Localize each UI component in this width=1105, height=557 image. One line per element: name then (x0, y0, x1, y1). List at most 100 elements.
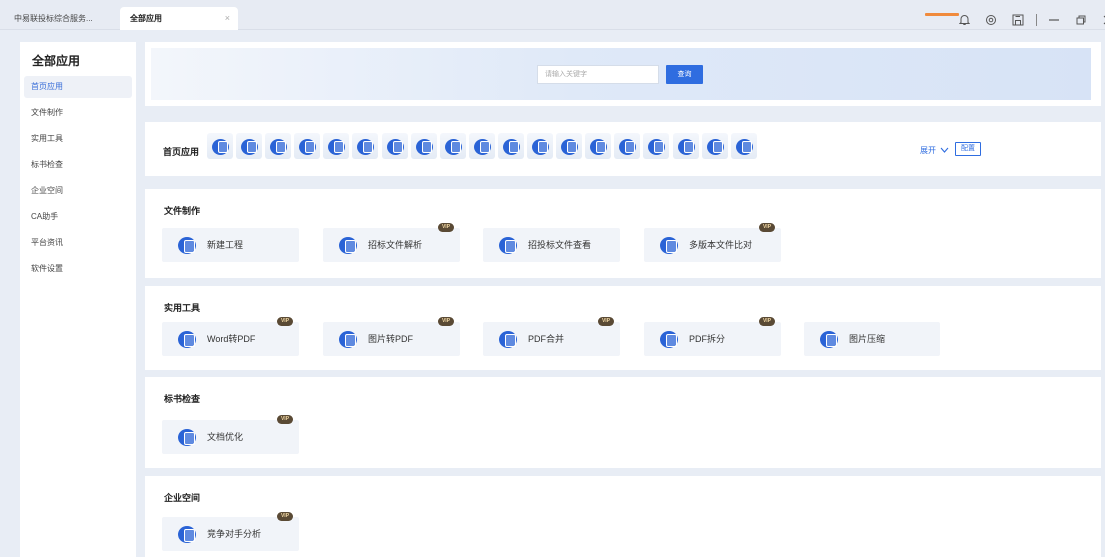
home-apps-bar: 首页应用 展开 配置 (145, 122, 1101, 176)
vip-badge: VIP (277, 317, 293, 326)
window-controls (955, 10, 1105, 30)
app-tile-pdf-split[interactable]: PDF拆分 VIP (644, 317, 781, 356)
close-icon[interactable] (1099, 11, 1105, 29)
sidebar-item-tools[interactable]: 实用工具 (24, 128, 132, 150)
home-app-icon[interactable] (672, 133, 699, 159)
home-app-icon[interactable] (236, 133, 263, 159)
settings-icon[interactable] (982, 11, 1000, 29)
sidebar-item-enterprise[interactable]: 企业空间 (24, 180, 132, 202)
bell-icon[interactable] (955, 11, 973, 29)
app-tile-new-project[interactable]: 新建工程 (162, 228, 299, 262)
home-app-icon[interactable] (527, 133, 554, 159)
sidebar-item-settings[interactable]: 软件设置 (24, 258, 132, 280)
sidebar-item-bid-check[interactable]: 标书检查 (24, 154, 132, 176)
section-title: 企业空间 (164, 493, 201, 503)
expand-button[interactable]: 展开 (920, 145, 949, 156)
document-icon (505, 240, 516, 253)
document-icon (450, 141, 461, 153)
document-icon (363, 141, 374, 153)
app-tile-competitor-analysis[interactable]: 竞争对手分析 VIP (162, 512, 299, 551)
expand-label: 展开 (920, 146, 936, 155)
sidebar-item-home-apps[interactable]: 首页应用 (24, 76, 132, 98)
sidebar-title: 全部应用 (32, 54, 81, 68)
document-icon (345, 240, 356, 253)
config-button[interactable]: 配置 (955, 142, 981, 156)
document-icon (654, 141, 665, 153)
search-button[interactable]: 查询 (666, 65, 703, 84)
app-tile-image-to-pdf[interactable]: 图片转PDF VIP (323, 317, 460, 356)
home-app-icon[interactable] (265, 133, 292, 159)
document-icon (567, 141, 578, 153)
app-label: 图片转PDF (368, 334, 414, 344)
app-tile-bid-parse[interactable]: 招标文件解析 VIP (323, 223, 460, 262)
tab-app-home[interactable]: 中易联投标综合服务... (4, 7, 118, 30)
chevron-down-icon (940, 148, 949, 154)
title-bar: 中易联投标综合服务... 全部应用 × (0, 0, 1105, 30)
home-app-icon[interactable] (585, 133, 612, 159)
tab-close-icon[interactable]: × (225, 7, 230, 30)
home-apps-icons (207, 133, 760, 159)
app-tile-image-compress[interactable]: 图片压缩 (804, 322, 940, 356)
home-app-icon[interactable] (556, 133, 583, 159)
home-app-icon[interactable] (207, 133, 233, 159)
document-icon (247, 141, 258, 153)
section-title: 标书检查 (164, 394, 201, 404)
home-app-icon[interactable] (410, 133, 437, 159)
search-input[interactable]: 请输入关键字 (537, 65, 659, 84)
sidebar-item-ca-assistant[interactable]: CA助手 (24, 206, 132, 228)
document-icon (345, 334, 356, 347)
app-label: 新建工程 (207, 240, 244, 250)
app-label: 招标文件解析 (368, 240, 423, 250)
document-icon (184, 529, 195, 542)
home-app-icon[interactable] (701, 133, 728, 159)
vip-badge: VIP (438, 317, 454, 326)
home-app-icon[interactable] (730, 133, 757, 159)
document-icon (683, 141, 694, 153)
app-tile-doc-optimize[interactable]: 文档优化 VIP (162, 415, 299, 454)
document-icon (826, 334, 837, 347)
home-app-icon[interactable] (439, 133, 466, 159)
vip-badge: VIP (759, 317, 775, 326)
section-bid-check: 标书检查 文档优化 VIP (145, 377, 1101, 468)
restore-icon[interactable] (1072, 11, 1090, 29)
document-icon (538, 141, 549, 153)
document-icon (276, 141, 287, 153)
tab-all-apps-label: 全部应用 (130, 14, 162, 23)
vip-badge: VIP (598, 317, 614, 326)
app-tile-bid-view[interactable]: 招投标文件查看 (483, 228, 620, 262)
app-label: 文档优化 (207, 432, 244, 442)
home-app-icon[interactable] (294, 133, 321, 159)
save-icon[interactable] (1009, 11, 1027, 29)
home-app-icon[interactable] (323, 133, 350, 159)
vip-badge: VIP (438, 223, 454, 232)
app-label: PDF拆分 (689, 334, 726, 344)
document-icon (666, 240, 677, 253)
sidebar-item-file-making[interactable]: 文件制作 (24, 102, 132, 124)
minimize-icon[interactable] (1045, 11, 1063, 29)
home-app-icon[interactable] (381, 133, 408, 159)
section-file-making: 文件制作 新建工程 招标文件解析 VIP 招投标文件查看 多版本文件比对 VIP (145, 189, 1101, 278)
home-app-icon[interactable] (497, 133, 524, 159)
sidebar-item-news[interactable]: 平台资讯 (24, 232, 132, 254)
home-apps-label: 首页应用 (163, 147, 200, 157)
document-icon (596, 141, 607, 153)
app-tile-pdf-merge[interactable]: PDF合并 VIP (483, 317, 620, 356)
section-tools: 实用工具 Word转PDF VIP 图片转PDF VIP PDF合并 VIP P… (145, 286, 1101, 370)
document-icon (505, 334, 516, 347)
search-banner: 请输入关键字 查询 (145, 42, 1101, 106)
app-tile-version-compare[interactable]: 多版本文件比对 VIP (644, 223, 781, 262)
home-app-icon[interactable] (614, 133, 641, 159)
section-title: 文件制作 (164, 206, 201, 216)
home-app-icon[interactable] (352, 133, 379, 159)
tab-all-apps[interactable]: 全部应用 × (120, 7, 238, 30)
vip-badge: VIP (277, 415, 293, 424)
sidebar: 全部应用 首页应用 文件制作 实用工具 标书检查 企业空间 CA助手 平台资讯 … (20, 42, 136, 557)
home-app-icon[interactable] (468, 133, 495, 159)
document-icon (666, 334, 677, 347)
section-title: 实用工具 (164, 303, 201, 313)
app-tile-word-to-pdf[interactable]: Word转PDF VIP (162, 317, 299, 356)
app-label: 招投标文件查看 (528, 240, 592, 250)
document-icon (741, 141, 752, 153)
notification-indicator (925, 13, 959, 16)
home-app-icon[interactable] (643, 133, 670, 159)
